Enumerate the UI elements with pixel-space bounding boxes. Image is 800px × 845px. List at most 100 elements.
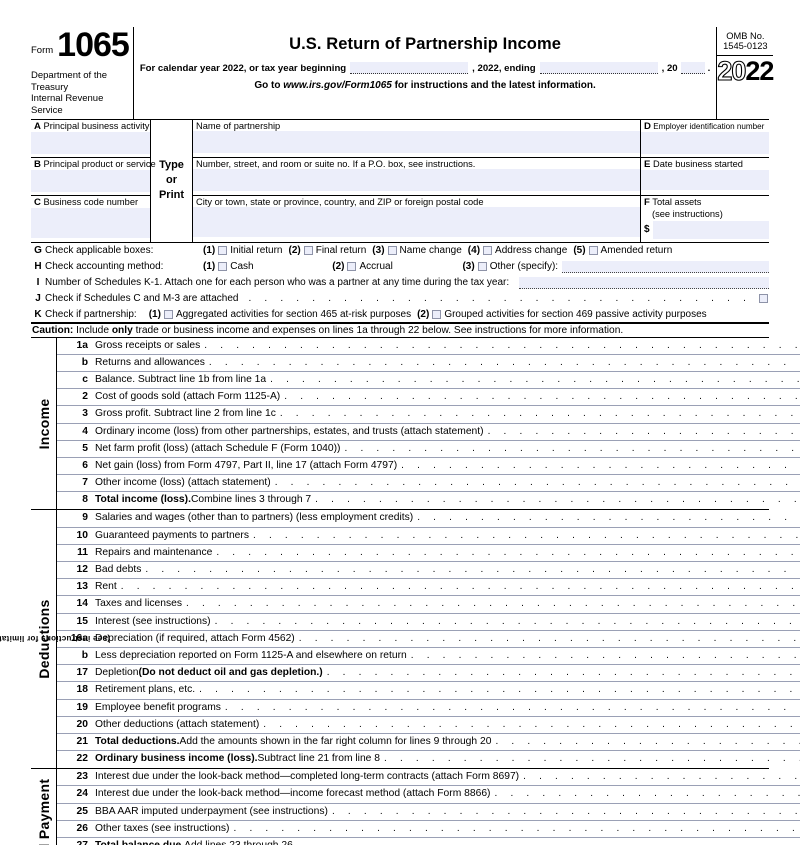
form-line-10: 10 Guaranteed payments to partners. . . .…	[57, 528, 800, 545]
input-a[interactable]	[31, 131, 150, 154]
k-opt2-label: Grouped activities for section 469 passi…	[444, 308, 707, 320]
goto-prefix: Go to	[254, 80, 284, 91]
label-e: E Date business started	[641, 158, 769, 170]
form-line-c: c Balance. Subtract line 1b from line 1a.…	[57, 372, 800, 390]
input-schedules-k1-count[interactable]	[519, 276, 769, 289]
form-line-2: 2 Cost of goods sold (attach Form 1125-A)…	[57, 389, 800, 407]
section-tax-and-payment: Tax and Payment 23 Interest due under the …	[31, 769, 800, 845]
text-a: Principal business activity	[43, 120, 150, 131]
form-line-13: 13 Rent. . . . . . . . . . . . . . . . . …	[57, 579, 800, 597]
numbered-line-sections: Income 1a Gross receipts or sales. . . . .…	[0, 337, 800, 845]
input-city-state-zip[interactable]	[193, 206, 640, 237]
line-number: 13	[76, 581, 88, 593]
line-description: Employee benefit programs. . . . . . . .…	[95, 700, 800, 716]
leader-dots: . . . . . . . . . . . . . . . . . . . . …	[120, 581, 800, 593]
key-d: D	[644, 120, 651, 132]
field-partnership-name[interactable]: Name of partnership	[193, 120, 640, 158]
form-line-18: 18 Retirement plans, etc.. . . . . . . . …	[57, 682, 800, 700]
line-description: Guaranteed payments to partners. . . . .…	[95, 528, 800, 544]
field-principal-business-activity[interactable]: A Principal business activity	[31, 120, 150, 158]
form-line-6: 6 Net gain (loss) from Form 4797, Part II…	[57, 458, 800, 476]
service-line: Internal Revenue Service	[31, 93, 104, 117]
header-left-block: Form 1065 Department of the Treasury Int…	[31, 27, 134, 119]
label-g: Check applicable boxes:	[45, 245, 154, 257]
input-f[interactable]	[652, 220, 769, 239]
irs-url[interactable]: www.irs.gov/Form1065	[283, 80, 392, 91]
g-opt5-label: Amended return	[600, 245, 673, 257]
line-description-text: Less depreciation reported on Form 1125-…	[95, 649, 407, 661]
section-lines: 1a Gross receipts or sales. . . . . . . .…	[57, 338, 800, 510]
leader-dots: . . . . . . . . . . . . . . . . . . . . …	[384, 753, 800, 765]
k-opt1-label: Aggregated activities for section 465 at…	[175, 308, 412, 320]
field-employer-id-number[interactable]: D Employer identification number	[641, 120, 769, 158]
tax-year-end-input[interactable]	[539, 62, 658, 74]
line-description-text: Ordinary income (loss) from other partne…	[95, 425, 484, 437]
tax-year-badge: 2022	[717, 56, 775, 87]
key-f: F	[644, 196, 650, 208]
tax-year-yy-input[interactable]	[680, 62, 705, 74]
field-total-assets[interactable]: F Total assets (see instructions) $	[641, 196, 769, 242]
checkbox-amended-return[interactable]	[588, 246, 598, 256]
leader-dots: . . . . . . . . . . . . . . . . . . . . …	[145, 564, 800, 576]
key-i: I	[36, 277, 40, 289]
input-b[interactable]	[31, 169, 150, 192]
line-number: 3	[82, 408, 88, 420]
input-partnership-name[interactable]	[193, 130, 640, 153]
field-street-address[interactable]: Number, street, and room or suite no. If…	[193, 158, 640, 196]
tax-year-line: For calendar year 2022, or tax year begi…	[140, 62, 710, 74]
line-description-text: Interest (see instructions)	[95, 615, 211, 627]
input-c[interactable]	[31, 207, 150, 238]
line-number: 9	[82, 512, 88, 524]
line-number: 1a	[76, 339, 88, 351]
input-other-method-specify[interactable]	[562, 260, 769, 273]
field-principal-product-service[interactable]: B Principal product or service	[31, 158, 156, 196]
line-number: 5	[82, 442, 88, 454]
checkbox-initial-return[interactable]	[218, 246, 228, 256]
g-opt4-num: (4)	[467, 245, 481, 257]
field-date-business-started[interactable]: E Date business started	[641, 158, 769, 196]
label-h: Check accounting method:	[45, 261, 164, 273]
goto-suffix: for instructions and the latest informat…	[391, 80, 596, 91]
line-description: Other taxes (see instructions). . . . . …	[95, 821, 800, 837]
checkbox-grouped-469[interactable]	[432, 309, 442, 319]
tax-year-begin-input[interactable]	[350, 62, 469, 74]
input-d[interactable]	[641, 131, 769, 154]
k-opt1-num: (1)	[148, 308, 161, 320]
field-business-code-number[interactable]: C Business code number	[31, 196, 150, 242]
department-line: Department of the Treasury	[31, 70, 108, 93]
label-c: C Business code number	[31, 196, 150, 208]
section-lines: 9 Salaries and wages (other than to partn…	[57, 510, 800, 768]
tax-year-mid: , 2022, ending	[472, 63, 536, 74]
line-description-text: Salaries and wages (other than to partne…	[95, 512, 414, 524]
leader-dots: . . . . . . . . . . . . . . . . . . . . …	[487, 425, 800, 437]
checkbox-accrual-method[interactable]	[347, 262, 357, 272]
line-description-text: Cost of goods sold (attach Form 1125-A)	[95, 391, 281, 403]
line-number: 8	[82, 494, 88, 506]
line-number: 19	[76, 701, 88, 713]
field-city-state-zip[interactable]: City or town, state or province, country…	[193, 196, 640, 242]
checkbox-schedules-c-m3[interactable]	[759, 294, 768, 304]
leader-dots: . . . . . . . . . . . . . . . . . . . . …	[216, 546, 800, 558]
leader-dots: . . . . . . . . . . . . . . . . . . . . …	[298, 632, 800, 644]
checkbox-final-return[interactable]	[303, 246, 313, 256]
g-opt3-label: Name change	[399, 245, 462, 257]
line-description: Retirement plans, etc.. . . . . . . . . …	[95, 682, 800, 698]
key-k: K	[34, 308, 42, 320]
checkbox-other-method[interactable]	[477, 262, 487, 272]
checkbox-address-change[interactable]	[483, 246, 493, 256]
checkbox-aggregated-465[interactable]	[163, 309, 173, 319]
input-e[interactable]	[641, 169, 769, 190]
line-description-text: Net gain (loss) from Form 4797, Part II,…	[95, 459, 398, 471]
leader-dots: . . . . . . . . . . . . . . . . . . . . …	[274, 477, 800, 489]
line-description-text: Subtract line 21 from line 8	[257, 753, 380, 765]
checkbox-name-change[interactable]	[387, 246, 397, 256]
input-street-address[interactable]	[193, 168, 640, 191]
line-number: b	[81, 649, 88, 661]
total-assets-input-row[interactable]: $	[641, 220, 769, 239]
form-line-b: b Returns and allowances. . . . . . . . .…	[57, 355, 800, 372]
checkbox-cash-method[interactable]	[218, 262, 228, 272]
g-opt5-num: (5)	[573, 245, 586, 257]
form-1065-page: Form 1065 Department of the Treasury Int…	[0, 0, 800, 845]
form-line-15: 15 Interest (see instructions). . . . . .…	[57, 614, 800, 631]
line-description-text: Retirement plans, etc.	[95, 684, 196, 696]
